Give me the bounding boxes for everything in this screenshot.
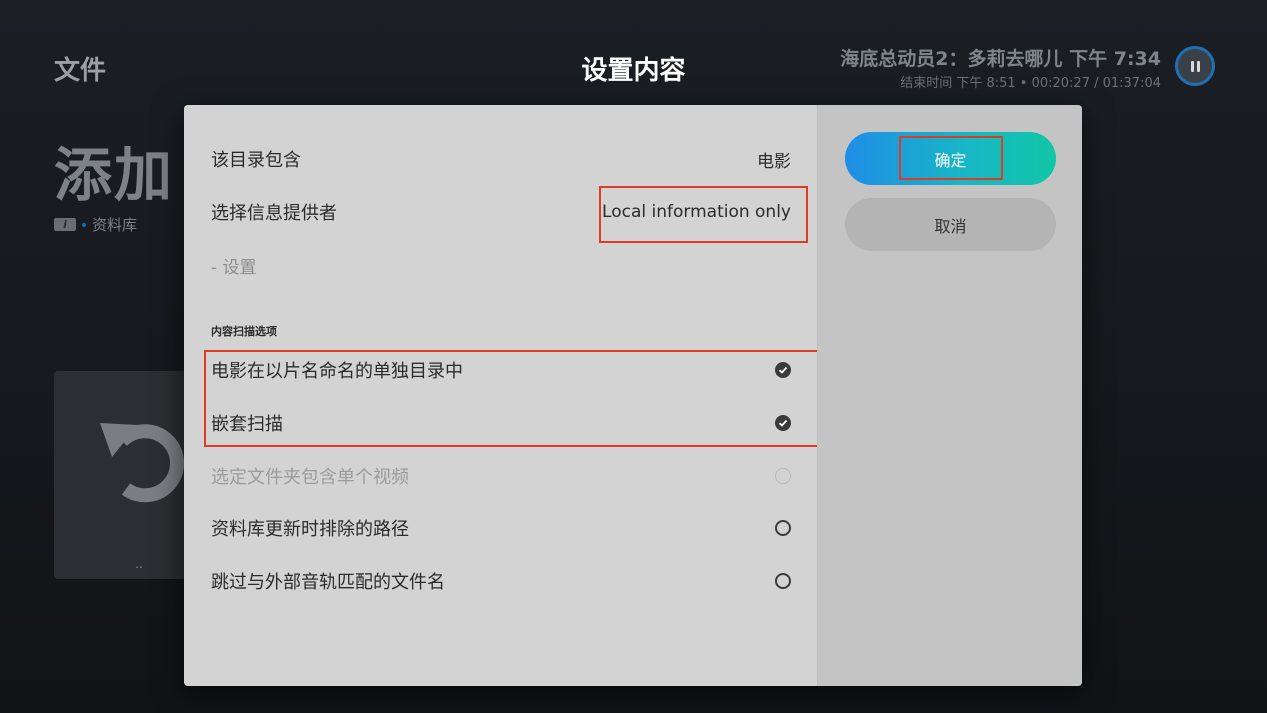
content-type-value: 电影 [757,151,791,172]
settings-label: - 设置 [211,257,257,278]
option-skip-audio-match[interactable]: 跳过与外部音轨匹配的文件名 [211,566,791,596]
pause-button[interactable] [1175,46,1215,86]
breadcrumb-label: 资料库 [92,216,138,234]
info-provider-row[interactable]: 选择信息提供者 Local information only [211,197,791,227]
option-recursive-scan[interactable]: 嵌套扫描 [211,408,791,438]
empty-circle-icon[interactable] [775,520,791,536]
content-type-row[interactable]: 该目录包含 电影 [211,144,791,174]
cancel-button[interactable]: 取消 [845,198,1056,251]
empty-circle-icon[interactable] [775,573,791,589]
set-content-dialog: 该目录包含 电影 选择信息提供者 Local information only … [184,105,1082,686]
option-exclude-paths[interactable]: 资料库更新时排除的路径 [211,513,791,543]
pause-icon [1190,60,1194,72]
empty-circle-icon [775,468,791,484]
info-provider-label: 选择信息提供者 [211,203,337,224]
settings-list: 该目录包含 电影 选择信息提供者 Local information only … [184,105,821,686]
page-heading: 添加 [54,141,175,209]
option-separate-folders[interactable]: 电影在以片名命名的单独目录中 [211,355,791,385]
check-circle-icon[interactable] [775,415,791,431]
option-label: 电影在以片名命名的单独目录中 [211,361,463,382]
now-playing-info: 海底总动员2：多莉去哪儿 下午 7:34 结束时间 下午 8:51 • 00:2… [840,44,1161,91]
cancel-button-label: 取消 [934,216,967,236]
screen: 文件 设置内容 海底总动员2：多莉去哪儿 下午 7:34 结束时间 下午 8:5… [0,0,1267,713]
content-type-label: 该目录包含 [211,150,301,171]
now-playing-title: 海底总动员2：多莉去哪儿 下午 7:34 [840,48,1161,70]
option-label: 跳过与外部音轨匹配的文件名 [211,572,445,593]
back-arrow-icon [100,423,184,503]
settings-row[interactable]: - 设置 [211,250,791,280]
ok-button[interactable]: 确定 [845,132,1056,185]
breadcrumb: i 资料库 [54,214,137,235]
option-label: 选定文件夹包含单个视频 [211,467,409,488]
separator-dot [82,222,86,227]
info-provider-value: Local information only [602,202,791,222]
option-label: 资料库更新时排除的路径 [211,519,409,540]
scan-options-title: 内容扫描选项 [211,325,277,338]
info-icon: i [54,218,76,231]
option-label: 嵌套扫描 [211,414,283,435]
check-circle-icon[interactable] [775,362,791,378]
ok-button-label: 确定 [934,150,967,170]
option-single-video: 选定文件夹包含单个视频 [211,461,791,491]
now-playing-time: 结束时间 下午 8:51 • 00:20:27 / 01:37:04 [900,76,1161,91]
action-panel: 确定 取消 [817,105,1082,686]
